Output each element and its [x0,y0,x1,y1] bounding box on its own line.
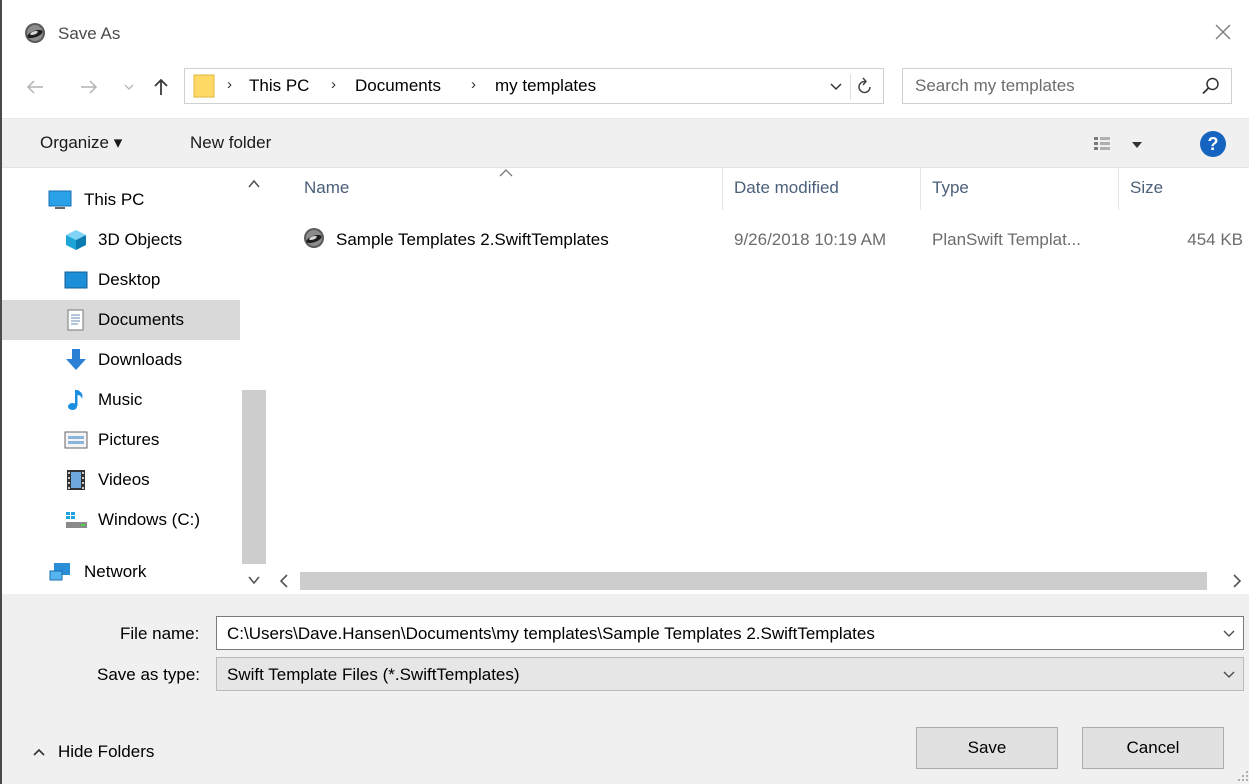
chevron-down-icon[interactable] [118,76,140,98]
sidebar-item-label: Videos [98,470,150,489]
sidebar-item-label: 3D Objects [98,230,183,249]
sidebar-item-label: Network [84,562,147,581]
search-input[interactable] [903,69,1193,103]
sidebar-item-label: Music [98,390,143,409]
chevron-down-icon[interactable] [1221,625,1237,641]
file-name-value[interactable]: C:\Users\Dave.Hansen\Documents\my templa… [227,624,875,644]
download-arrow-icon [66,349,86,370]
column-header-type[interactable]: Type [932,178,969,198]
save-as-type-value: Swift Template Files (*.SwiftTemplates) [227,665,520,684]
sidebar-item-desktop[interactable]: Desktop [2,260,240,300]
save-as-type-select[interactable]: Swift Template Files (*.SwiftTemplates) [216,657,1244,691]
close-icon[interactable] [1209,18,1237,46]
picture-icon [64,431,88,449]
save-as-type-label: Save as type: [97,665,201,684]
address-bar[interactable]: › This PC › Documents › my templates [184,68,884,104]
column-header-size[interactable]: Size [1130,178,1163,198]
navigation-bar: › This PC › Documents › my templates [2,68,1249,108]
nav-pane-scrollbar[interactable] [240,168,268,594]
sidebar-item-label: Documents [98,310,184,329]
window-title: Save As [58,24,121,43]
sidebar-item-label: Pictures [98,430,160,449]
scroll-down-icon[interactable] [246,572,262,588]
resize-grip-icon[interactable] [1235,768,1249,782]
address-divider [850,74,851,100]
column-divider[interactable] [1118,168,1119,210]
network-icon [49,563,70,581]
navigation-pane: This PC 3D Objects Desktop Documents Dow… [2,168,268,594]
save-as-dialog: Save As › This PC › Documents › my templ… [0,0,1249,784]
breadcrumb-documents[interactable]: Documents [355,76,441,96]
search-icon[interactable] [1201,76,1221,96]
column-header-date-modified[interactable]: Date modified [734,178,839,198]
chevron-down-icon[interactable] [1221,666,1237,682]
save-options-panel: File name: C:\Users\Dave.Hansen\Document… [2,594,1249,784]
sort-ascending-icon [499,169,513,177]
sidebar-item-label: Desktop [98,270,161,289]
desktop-icon [64,271,88,289]
sidebar-item-pictures[interactable]: Pictures [2,420,240,460]
sidebar-item-music[interactable]: Music [2,380,240,420]
breadcrumb-separator-icon: › [331,76,336,93]
chevron-up-icon [33,748,45,756]
column-header-name[interactable]: Name [304,178,349,198]
planswift-app-icon [25,23,45,43]
sidebar-item-label: Windows (C:) [98,510,201,529]
refresh-icon[interactable] [855,75,875,97]
breadcrumb-this-pc[interactable]: This PC [249,76,309,96]
music-note-icon [68,390,83,410]
breadcrumb-separator-icon: › [471,76,476,93]
new-folder-button[interactable]: New folder [190,133,271,153]
sidebar-item-this-pc[interactable]: This PC [2,180,240,220]
scroll-thumb[interactable] [300,572,1207,590]
file-name: Sample Templates 2.SwiftTemplates [336,230,609,249]
arrow-right-icon[interactable] [78,76,100,98]
file-size: 454 KB [1187,230,1243,249]
file-name-field[interactable]: C:\Users\Dave.Hansen\Documents\my templa… [216,616,1244,650]
sidebar-item-network[interactable]: Network [2,552,240,592]
column-divider[interactable] [920,168,921,210]
cancel-button[interactable]: Cancel [1082,727,1224,769]
organize-button[interactable]: Organize ▾ [40,133,122,153]
sidebar-item-windows-c[interactable]: Windows (C:) [2,500,240,540]
file-name-label: File name: [120,624,200,643]
view-options-icon[interactable] [1090,133,1146,155]
breadcrumb-my-templates[interactable]: my templates [495,76,596,96]
sidebar-item-videos[interactable]: Videos [2,460,240,500]
help-icon[interactable]: ? [1200,131,1226,157]
computer-icon [48,190,72,209]
file-type: PlanSwift Templat... [932,230,1081,249]
command-bar: Organize ▾ New folder ? [2,118,1249,168]
scroll-up-icon[interactable] [246,176,262,192]
folder-icon [193,74,215,98]
file-date-modified: 9/26/2018 10:19 AM [734,230,887,249]
sidebar-item-documents[interactable]: Documents [2,300,240,340]
sidebar-item-downloads[interactable]: Downloads [2,340,240,380]
scroll-thumb[interactable] [242,390,266,564]
table-row[interactable]: Sample Templates 2.SwiftTemplates 9/26/2… [268,218,1249,258]
document-icon [67,309,84,331]
sidebar-item-3d-objects[interactable]: 3D Objects [2,220,240,260]
horizontal-scrollbar[interactable] [268,568,1249,594]
scroll-right-icon[interactable] [1229,572,1245,590]
cube-icon [66,230,86,250]
scroll-left-icon[interactable] [276,572,292,590]
title-bar: Save As [2,0,1249,64]
drive-icon [66,512,87,528]
hide-folders-label: Hide Folders [58,742,155,761]
sidebar-item-label: Downloads [98,350,183,369]
search-box[interactable] [902,68,1232,104]
column-divider[interactable] [722,168,723,210]
planswift-file-icon [304,228,324,248]
save-button[interactable]: Save [916,727,1058,769]
file-list: Name Date modified Type Size Sample Temp… [268,168,1249,594]
breadcrumb-separator-icon: › [227,76,232,93]
arrow-left-icon[interactable] [24,76,46,98]
sidebar-item-label: This PC [84,190,145,209]
film-icon [67,470,85,490]
chevron-down-icon[interactable] [827,75,845,97]
arrow-up-icon[interactable] [150,76,172,98]
